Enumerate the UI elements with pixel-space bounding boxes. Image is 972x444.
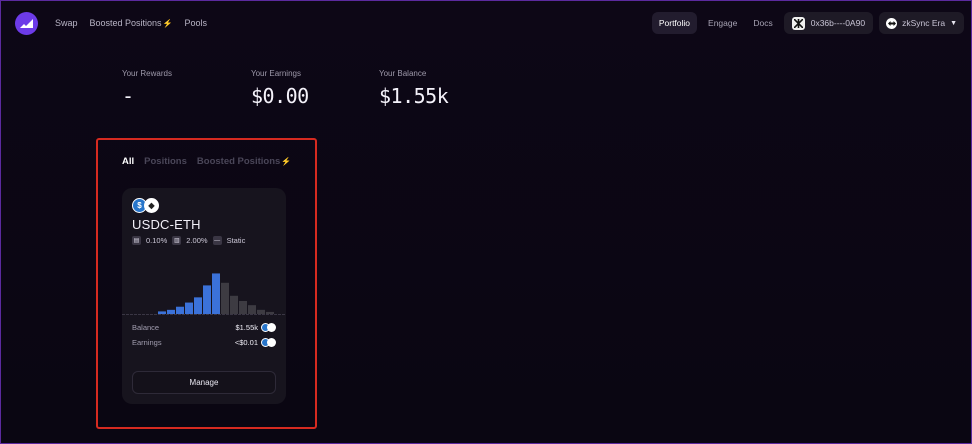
app-logo[interactable] <box>15 12 38 35</box>
earnings-value: <$0.01 <box>234 338 258 347</box>
position-meta: ▤ 0.10% ▥ 2.00% — Static <box>132 236 245 245</box>
nav-engage[interactable]: Engage <box>703 12 742 34</box>
nav-boosted-positions[interactable]: Boosted Positions⚡ <box>90 18 173 28</box>
tab-boosted-label: Boosted Positions <box>196 156 281 167</box>
nav-boosted-label: Boosted Positions <box>89 18 162 28</box>
stat-earnings-value: $0.00 <box>251 84 309 108</box>
liquidity-bar-in <box>167 309 175 314</box>
header-actions: Portfolio Engage Docs 0x36b----0A90 zkSy… <box>651 12 964 34</box>
manage-button[interactable]: Manage <box>132 371 276 394</box>
earnings-value-group: <$0.01 <box>235 338 276 347</box>
stat-balance: Your Balance $1.55k <box>379 69 449 108</box>
stat-rewards-label: Your Rewards <box>122 69 172 78</box>
liquidity-bar-in <box>185 302 193 314</box>
liquidity-bar-in <box>194 297 202 314</box>
liquidity-bar-out <box>266 311 274 314</box>
balance-row: Balance $1.55k <box>132 323 276 332</box>
liquidity-bar-out <box>257 309 265 314</box>
balance-value-group: $1.55k <box>235 323 276 332</box>
fee-icon: ▤ <box>132 236 141 245</box>
wallet-avatar-icon <box>791 16 805 30</box>
strategy-mode: Static <box>226 236 246 245</box>
token-pair-mini-icon <box>261 338 276 347</box>
liquidity-bar-out <box>248 305 256 314</box>
earnings-label: Earnings <box>132 338 162 347</box>
token-pair-mini-icon <box>261 323 276 332</box>
top-navbar: Swap Boosted Positions⚡ Pools Portfolio … <box>1 1 972 45</box>
mode-icon: — <box>212 236 222 245</box>
bolt-icon: ⚡ <box>281 157 292 166</box>
stat-balance-label: Your Balance <box>379 69 427 78</box>
earnings-row: Earnings <$0.01 <box>132 338 276 347</box>
liquidity-bar-in <box>203 285 211 314</box>
eth-icon: ◆ <box>144 198 159 213</box>
network-name: zkSync Era <box>902 18 946 28</box>
nav-swap[interactable]: Swap <box>55 18 78 28</box>
token-pair-icons: $ ◆ <box>132 198 159 213</box>
tab-boosted-positions[interactable]: Boosted Positions⚡ <box>197 156 291 167</box>
position-filter-tabs: All Positions Boosted Positions⚡ <box>122 156 291 167</box>
chevron-down-icon: ▼ <box>950 19 957 27</box>
wallet-button[interactable]: 0x36b----0A90 <box>783 12 874 34</box>
tab-positions[interactable]: Positions <box>144 156 187 167</box>
stat-earnings: Your Earnings $0.00 <box>251 69 309 108</box>
balance-value: $1.55k <box>235 323 258 332</box>
app-window: Swap Boosted Positions⚡ Pools Portfolio … <box>0 0 972 444</box>
liquidity-bar-out <box>230 295 238 314</box>
liquidity-bar-out <box>239 301 247 314</box>
range-width: 2.00% <box>186 236 208 245</box>
liquidity-bar-out <box>221 282 229 314</box>
liquidity-bar-in <box>158 311 166 314</box>
bolt-icon: ⚡ <box>162 19 173 28</box>
nav-pools[interactable]: Pools <box>185 18 208 28</box>
stat-rewards: Your Rewards - <box>122 69 172 108</box>
nav-portfolio[interactable]: Portfolio <box>651 12 698 34</box>
stat-rewards-value: - <box>122 84 134 108</box>
liquidity-bar-in <box>212 273 220 314</box>
stat-earnings-label: Your Earnings <box>251 69 301 78</box>
pair-name: USDC-ETH <box>132 217 201 232</box>
balance-label: Balance <box>132 323 160 332</box>
stat-balance-value: $1.55k <box>379 84 449 108</box>
zksync-icon <box>886 17 898 29</box>
tab-all[interactable]: All <box>122 156 134 167</box>
position-card[interactable]: $ ◆ USDC-ETH ▤ 0.10% ▥ 2.00% — Static Ba… <box>122 188 286 404</box>
liquidity-chart <box>122 273 286 315</box>
logo-icon <box>20 19 33 28</box>
fee-tier: 0.10% <box>146 236 168 245</box>
wallet-address: 0x36b----0A90 <box>810 18 866 28</box>
liquidity-bar-in <box>176 306 184 314</box>
range-icon: ▥ <box>172 236 182 245</box>
nav-docs[interactable]: Docs <box>748 12 777 34</box>
main-nav: Swap Boosted Positions⚡ Pools <box>55 18 207 28</box>
network-selector[interactable]: zkSync Era ▼ <box>879 12 964 34</box>
